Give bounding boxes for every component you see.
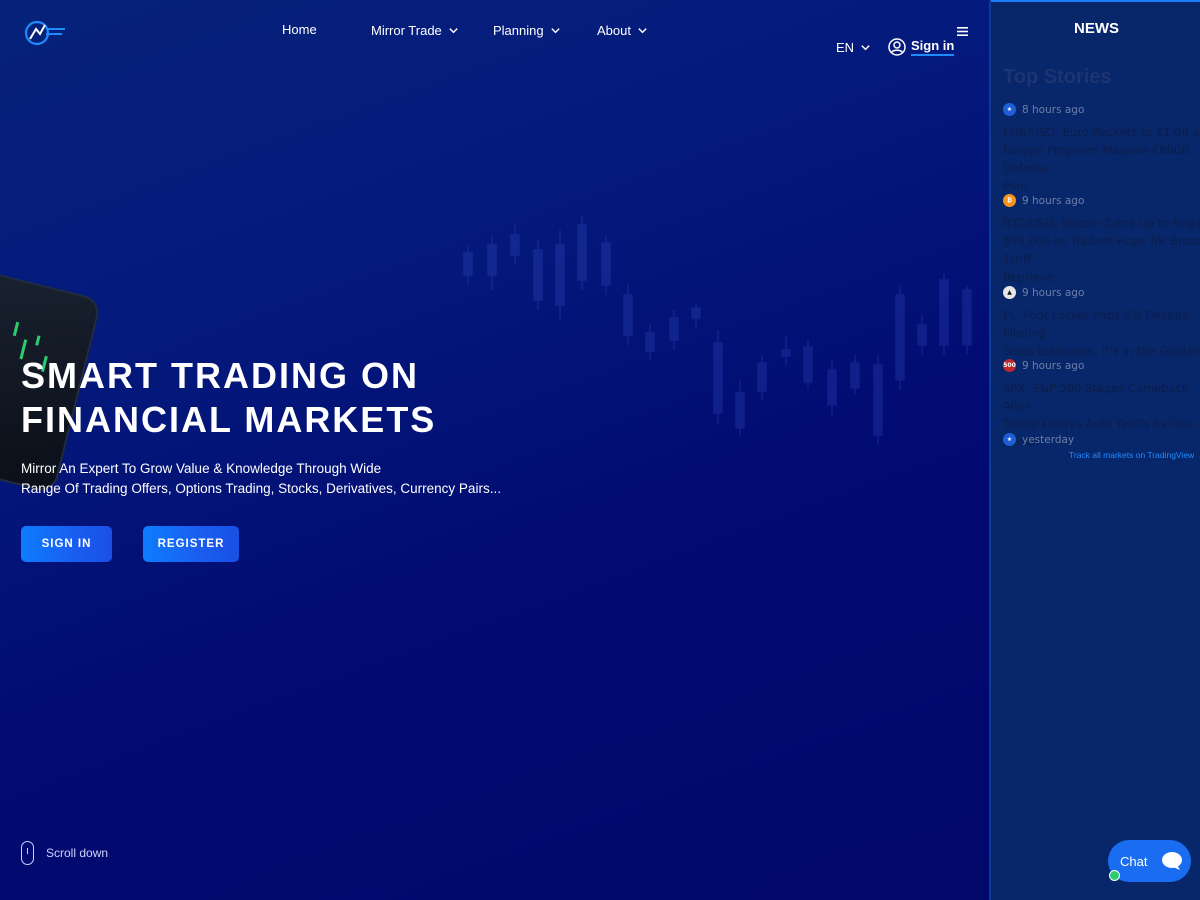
footlocker-icon: ▲ (1003, 286, 1016, 299)
news-story[interactable]: ₿ 9 hours ago BTC/USD: Bitcoin Turns Up … (1003, 194, 1200, 286)
trading-options-logo[interactable] (24, 20, 66, 46)
news-panel-title: NEWS (1074, 20, 1119, 37)
story-meta: ▲ 9 hours ago (1003, 286, 1200, 299)
story-headline: FL: Foot Locker Pops 5% Despite Missing … (1003, 308, 1200, 358)
headline-line-1: SMART TRADING ON (21, 355, 419, 396)
mouse-icon (21, 841, 34, 865)
story-meta: ★ 8 hours ago (1003, 103, 1200, 116)
story-headline: EUR/USD: Euro Rockets to $1.08 as Europe… (1003, 125, 1200, 193)
chevron-down-icon (861, 45, 870, 51)
nav-home[interactable]: Home (282, 22, 317, 37)
nav-mirror-trade-label: Mirror Trade (371, 23, 442, 38)
chat-label: Chat (1120, 853, 1148, 869)
eu-flag-icon: ★ (1003, 103, 1016, 116)
top-stories-heading: Top Stories (1003, 66, 1112, 88)
chat-button[interactable]: Chat (1108, 840, 1191, 882)
eu-flag-icon: ★ (1003, 433, 1016, 446)
chevron-down-icon (550, 28, 560, 34)
chevron-down-icon (449, 28, 458, 34)
story-headline: BTC/USD: Bitcoin Turns Up to Regain $93,… (1003, 216, 1200, 284)
subtitle-line-2: Range Of Trading Offers, Options Trading… (21, 481, 501, 496)
scroll-down-indicator[interactable]: Scroll down (21, 841, 108, 865)
chevron-down-icon (638, 28, 647, 34)
language-label: EN (836, 40, 855, 55)
nav-about[interactable]: About (597, 23, 648, 38)
news-story[interactable]: ★ 8 hours ago EUR/USD: Euro Rockets to $… (1003, 103, 1200, 195)
scroll-down-label: Scroll down (46, 846, 109, 860)
headline-line-2: FINANCIAL MARKETS (21, 399, 437, 440)
news-story[interactable]: ▲ 9 hours ago FL: Foot Locker Pops 5% De… (1003, 286, 1200, 360)
hero-section: Home Mirror Trade Planning About EN Sign… (0, 0, 989, 900)
news-panel-accent (991, 0, 1200, 2)
sp500-icon: 500 (1003, 359, 1016, 372)
header-sign-in-label: Sign in (911, 38, 955, 56)
subtitle-line-1: Mirror An Expert To Grow Value & Knowled… (21, 461, 382, 476)
menu-icon[interactable] (957, 27, 968, 36)
nav-planning-label: Planning (493, 23, 544, 38)
header-sign-in-link[interactable]: Sign in (888, 38, 955, 56)
language-selector[interactable]: EN (836, 40, 871, 55)
news-panel: NEWS Top Stories ★ 8 hours ago EUR/USD: … (989, 0, 1200, 900)
nav-home-label: Home (282, 22, 317, 37)
story-time: 8 hours ago (1022, 103, 1085, 116)
story-time: 9 hours ago (1022, 359, 1085, 372)
register-button[interactable]: REGISTER (143, 526, 239, 562)
story-time: yesterday (1022, 433, 1075, 446)
chat-bubble-icon (1162, 852, 1183, 870)
hero-subtitle: Mirror An Expert To Grow Value & Knowled… (21, 459, 581, 499)
nav-about-label: About (597, 23, 631, 38)
story-time: 9 hours ago (1022, 194, 1085, 207)
bitcoin-icon: ₿ (1003, 194, 1016, 207)
story-meta: ₿ 9 hours ago (1003, 194, 1200, 207)
hero-headline: SMART TRADING ON FINANCIAL MARKETS (21, 354, 621, 442)
online-status-dot (1109, 870, 1120, 881)
track-markets-link[interactable]: Track all markets on TradingView (1069, 450, 1194, 460)
nav-planning[interactable]: Planning (493, 23, 561, 38)
user-icon (888, 38, 906, 56)
story-meta: 500 9 hours ago (1003, 359, 1200, 372)
story-time: 9 hours ago (1022, 286, 1085, 299)
story-meta: ★ yesterday (1003, 433, 1200, 446)
nav-mirror-trade[interactable]: Mirror Trade (371, 23, 459, 38)
sign-in-button[interactable]: SIGN IN (21, 526, 112, 562)
news-story[interactable]: ★ yesterday (1003, 433, 1200, 446)
